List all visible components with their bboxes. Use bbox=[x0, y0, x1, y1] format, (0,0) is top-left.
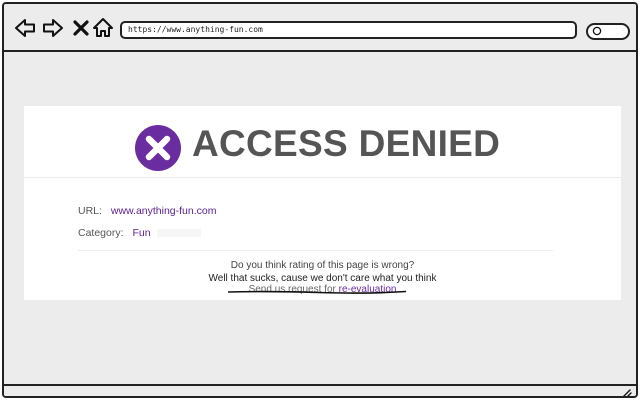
x-circle-icon bbox=[135, 125, 181, 171]
home-button[interactable] bbox=[92, 16, 114, 40]
arrow-right-icon bbox=[43, 19, 63, 37]
address-bar-url: https://www.anything-fun.com bbox=[128, 25, 263, 34]
browser-window: https://www.anything-fun.com ACCESS DENI… bbox=[2, 2, 638, 398]
access-denied-header: ACCESS DENIED bbox=[24, 106, 621, 178]
category-label: Category: bbox=[78, 227, 124, 239]
url-row: URL: www.anything-fun.com bbox=[78, 205, 217, 217]
strikethrough-scribble bbox=[228, 290, 406, 294]
url-value: www.anything-fun.com bbox=[110, 205, 217, 217]
x-icon bbox=[73, 20, 89, 36]
rating-question: Do you think rating of this page is wron… bbox=[230, 260, 415, 271]
category-row: Category: Fun bbox=[78, 227, 202, 239]
address-bar[interactable]: https://www.anything-fun.com bbox=[120, 21, 577, 39]
page-title: ACCESS DENIED bbox=[192, 123, 501, 164]
category-placeholder bbox=[157, 229, 202, 238]
page-viewport: ACCESS DENIED URL: www.anything-fun.com … bbox=[4, 54, 636, 384]
divider bbox=[78, 250, 553, 251]
forward-button[interactable] bbox=[42, 16, 64, 40]
url-label: URL: bbox=[78, 205, 102, 217]
status-bar bbox=[4, 384, 636, 398]
back-button[interactable] bbox=[14, 16, 36, 40]
arrow-left-icon bbox=[15, 19, 35, 37]
stop-button[interactable] bbox=[70, 16, 92, 40]
category-value: Fun bbox=[132, 227, 151, 239]
browser-toolbar: https://www.anything-fun.com bbox=[4, 4, 636, 52]
resize-grip-icon[interactable] bbox=[620, 388, 632, 398]
search-icon bbox=[592, 26, 602, 36]
access-denied-card: ACCESS DENIED URL: www.anything-fun.com … bbox=[24, 106, 621, 300]
search-input[interactable] bbox=[586, 23, 630, 40]
sarcastic-remark: Well that sucks, cause we don't care wha… bbox=[208, 273, 437, 284]
home-icon bbox=[93, 18, 113, 37]
